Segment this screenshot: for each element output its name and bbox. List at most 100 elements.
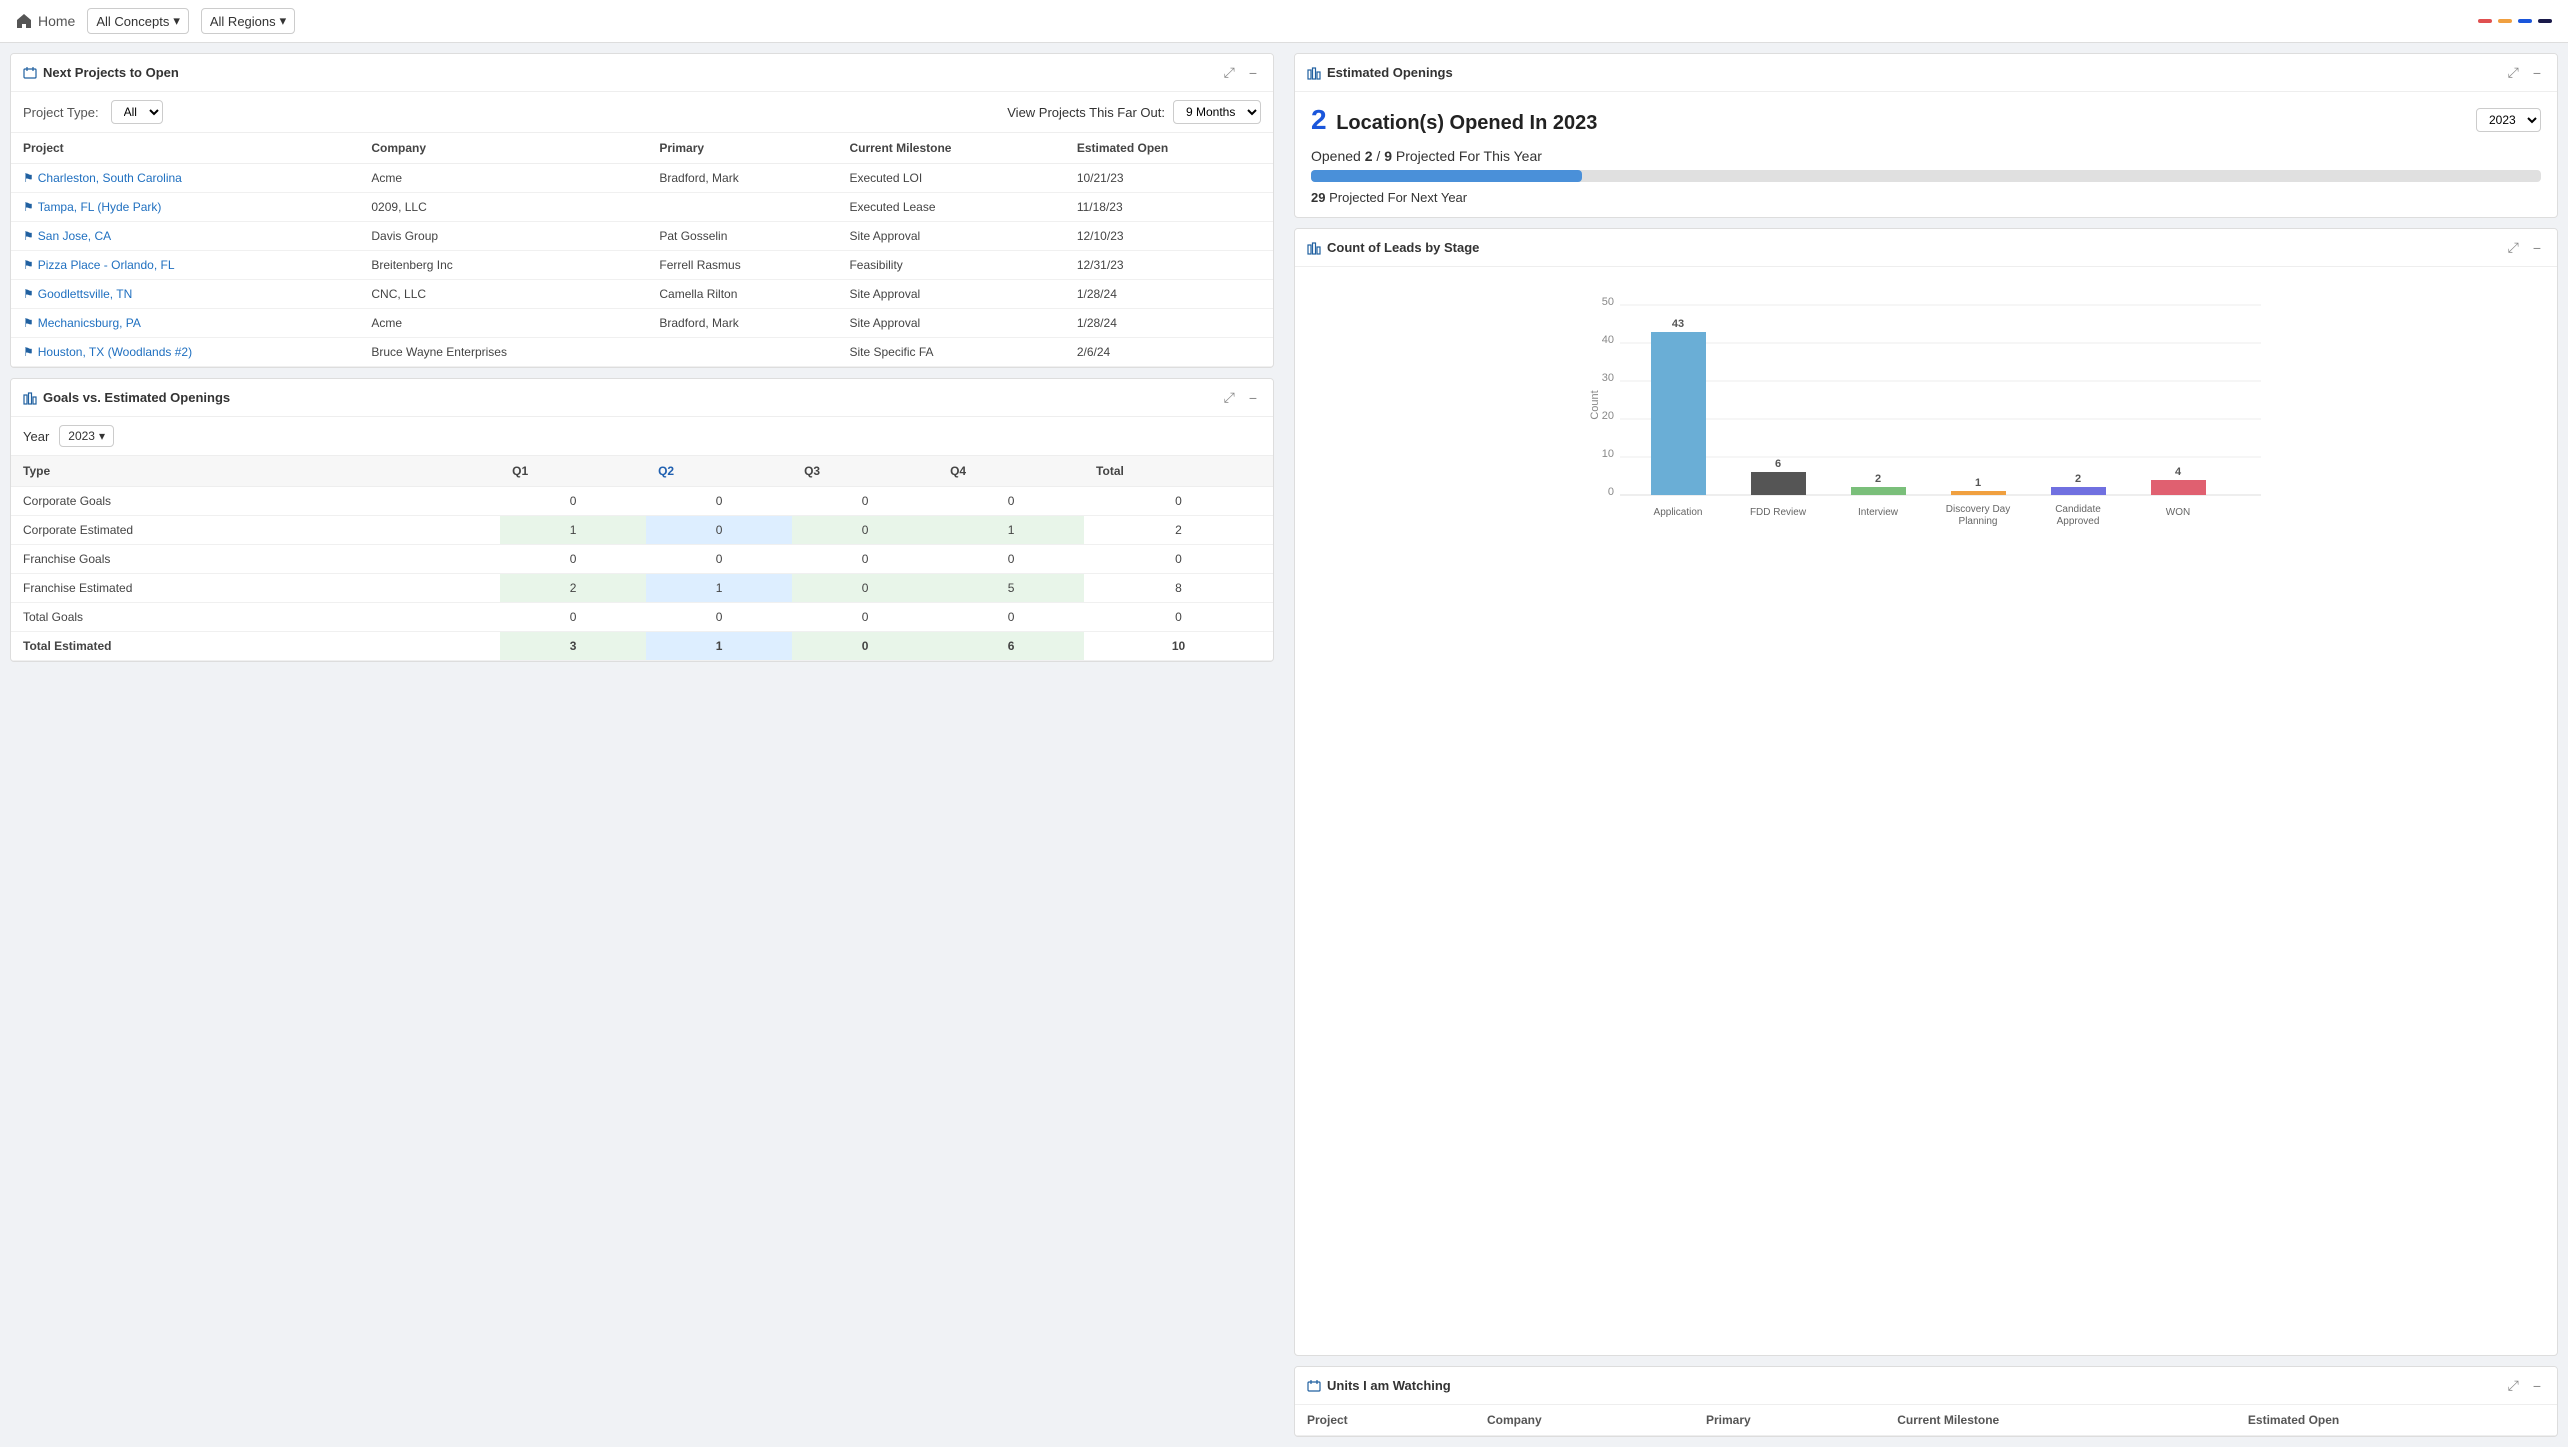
table-row: Franchise Goals 0 0 0 0 0 bbox=[11, 545, 1273, 574]
est-open-cell: 11/18/23 bbox=[1065, 193, 1273, 222]
goals-cell: 0 bbox=[500, 603, 646, 632]
progress-total: 9 bbox=[1384, 148, 1392, 164]
goals-type-cell: Corporate Estimated bbox=[11, 516, 500, 545]
goals-cell: 0 bbox=[792, 545, 938, 574]
est-expand-button[interactable]: ⤢ bbox=[2504, 62, 2523, 83]
goals-collapse-button[interactable]: − bbox=[1245, 388, 1261, 408]
milestone-cell: Executed LOI bbox=[837, 164, 1064, 193]
units-watching-card: Units I am Watching ⤢ − Project Company … bbox=[1294, 1366, 2558, 1437]
expand-button[interactable]: ⤢ bbox=[1220, 62, 1239, 83]
bar-won-rect bbox=[2151, 480, 2206, 495]
far-out-section: View Projects This Far Out: 9 Months bbox=[1007, 100, 1261, 124]
goals-cell: 0 bbox=[646, 487, 792, 516]
bar-interview-label: Interview bbox=[1858, 507, 1899, 518]
units-collapse-button[interactable]: − bbox=[2529, 1376, 2545, 1396]
units-col-milestone: Current Milestone bbox=[1885, 1405, 2236, 1436]
goals-total-cell: 0 bbox=[1084, 545, 1273, 574]
units-watching-title: Units I am Watching bbox=[1327, 1378, 1451, 1393]
goals-cell: 0 bbox=[792, 632, 938, 661]
col-milestone: Current Milestone bbox=[837, 133, 1064, 164]
company-cell: CNC, LLC bbox=[359, 280, 647, 309]
primary-cell: Bradford, Mark bbox=[647, 309, 837, 338]
units-watching-title-row: Units I am Watching bbox=[1307, 1378, 2504, 1393]
bar-discovery-label1: Discovery Day bbox=[1946, 504, 2010, 515]
units-col-primary: Primary bbox=[1694, 1405, 1885, 1436]
bar-candidate-label1: Candidate bbox=[2055, 504, 2101, 515]
opened-text: Opened 2 / 9 Projected For This Year bbox=[1311, 148, 2541, 164]
est-open-cell: 10/21/23 bbox=[1065, 164, 1273, 193]
far-out-select[interactable]: 9 Months bbox=[1173, 100, 1261, 124]
home-nav[interactable]: Home bbox=[16, 13, 75, 29]
goals-toolbar: Year 2023 ▾ bbox=[11, 417, 1273, 456]
units-watching-actions: ⤢ − bbox=[2504, 1375, 2545, 1396]
topbar-right bbox=[2478, 19, 2552, 23]
col-company: Company bbox=[359, 133, 647, 164]
next-projects-title-row: Next Projects to Open bbox=[23, 65, 1220, 80]
est-opened-count: 2 bbox=[1311, 104, 1327, 135]
goals-cell: 2 bbox=[500, 574, 646, 603]
project-link[interactable]: ⚑Goodlettsville, TN bbox=[11, 280, 359, 309]
bar-interview-rect bbox=[1851, 487, 1906, 495]
goals-cell: 0 bbox=[646, 603, 792, 632]
est-chart-icon bbox=[1307, 66, 1321, 80]
next-projects-title: Next Projects to Open bbox=[43, 65, 179, 80]
leads-collapse-button[interactable]: − bbox=[2529, 238, 2545, 258]
units-col-est-open: Estimated Open bbox=[2236, 1405, 2557, 1436]
bar-won: 4 WON bbox=[2151, 466, 2206, 518]
est-year-select[interactable]: 2023 bbox=[2476, 108, 2541, 132]
leads-chart-card: Count of Leads by Stage ⤢ − 0 10 20 30 4… bbox=[1294, 228, 2558, 1356]
units-expand-button[interactable]: ⤢ bbox=[2504, 1375, 2523, 1396]
project-link[interactable]: ⚑San Jose, CA bbox=[11, 222, 359, 251]
goals-cell: 0 bbox=[646, 545, 792, 574]
projected-next: 29 Projected For Next Year bbox=[1311, 190, 2541, 205]
table-row: ⚑Mechanicsburg, PA Acme Bradford, Mark S… bbox=[11, 309, 1273, 338]
table-row: ⚑Tampa, FL (Hyde Park) 0209, LLC Execute… bbox=[11, 193, 1273, 222]
next-projects-actions: ⤢ − bbox=[1220, 62, 1261, 83]
project-link[interactable]: ⚑Tampa, FL (Hyde Park) bbox=[11, 193, 359, 222]
bar-won-value: 4 bbox=[2175, 466, 2182, 478]
est-opened-text: Location(s) Opened In 2023 bbox=[1336, 112, 1597, 134]
collapse-button[interactable]: − bbox=[1245, 63, 1261, 83]
goals-title-row: Goals vs. Estimated Openings bbox=[23, 390, 1220, 405]
table-row: Total Goals 0 0 0 0 0 bbox=[11, 603, 1273, 632]
y-axis-label: Count bbox=[1589, 390, 1601, 419]
project-link[interactable]: ⚑Charleston, South Carolina bbox=[11, 164, 359, 193]
milestone-cell: Site Specific FA bbox=[837, 338, 1064, 367]
est-open-cell: 2/6/24 bbox=[1065, 338, 1273, 367]
project-link[interactable]: ⚑Houston, TX (Woodlands #2) bbox=[11, 338, 359, 367]
goals-title: Goals vs. Estimated Openings bbox=[43, 390, 230, 405]
year-select[interactable]: 2023 ▾ bbox=[59, 425, 114, 447]
est-title: Estimated Openings bbox=[1327, 65, 1453, 80]
goals-cell: 0 bbox=[500, 545, 646, 574]
bar-interview-value: 2 bbox=[1875, 473, 1881, 485]
project-link[interactable]: ⚑Pizza Place - Orlando, FL bbox=[11, 251, 359, 280]
color-indicator-dark bbox=[2538, 19, 2552, 23]
primary-cell: Pat Gosselin bbox=[647, 222, 837, 251]
color-indicator-red bbox=[2478, 19, 2492, 23]
y-label-30: 30 bbox=[1602, 372, 1614, 384]
goals-total-cell: 2 bbox=[1084, 516, 1273, 545]
est-collapse-button[interactable]: − bbox=[2529, 63, 2545, 83]
progress-opened: 2 bbox=[1365, 148, 1373, 164]
regions-dropdown[interactable]: All Regions ▾ bbox=[201, 8, 295, 34]
company-cell: 0209, LLC bbox=[359, 193, 647, 222]
project-link[interactable]: ⚑Mechanicsburg, PA bbox=[11, 309, 359, 338]
est-open-cell: 1/28/24 bbox=[1065, 309, 1273, 338]
est-card-header: Estimated Openings ⤢ − bbox=[1295, 54, 2557, 92]
table-row: Corporate Goals 0 0 0 0 0 bbox=[11, 487, 1273, 516]
progress-bar-fill bbox=[1311, 170, 1582, 182]
units-watching-icon bbox=[1307, 1379, 1321, 1393]
bar-discovery-rect bbox=[1951, 491, 2006, 495]
goals-cell: 0 bbox=[792, 487, 938, 516]
units-watching-table: Project Company Primary Current Mileston… bbox=[1295, 1405, 2557, 1436]
goals-expand-button[interactable]: ⤢ bbox=[1220, 387, 1239, 408]
bar-discovery-value: 1 bbox=[1975, 477, 1981, 489]
bar-fdd: 6 FDD Review bbox=[1750, 458, 1807, 518]
next-projects-header: Next Projects to Open ⤢ − bbox=[11, 54, 1273, 92]
color-indicator-blue bbox=[2518, 19, 2532, 23]
table-row: ⚑San Jose, CA Davis Group Pat Gosselin S… bbox=[11, 222, 1273, 251]
concepts-dropdown[interactable]: All Concepts ▾ bbox=[87, 8, 189, 34]
filter-label: Project Type: bbox=[23, 105, 99, 120]
leads-expand-button[interactable]: ⤢ bbox=[2504, 237, 2523, 258]
project-type-select[interactable]: All bbox=[111, 100, 163, 124]
